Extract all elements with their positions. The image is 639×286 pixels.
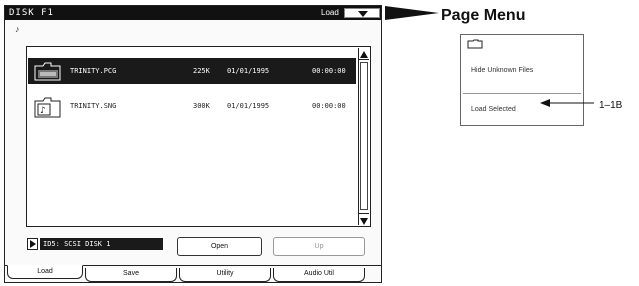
- tab-strip: Load Save Utility Audio Util: [5, 265, 381, 283]
- up-button[interactable]: Up: [273, 237, 365, 256]
- window-title: DISK F1: [9, 8, 54, 18]
- note-icon: ♪: [15, 24, 20, 34]
- title-bar: DISK F1 Load: [5, 6, 381, 20]
- callout-label: 1–1B: [599, 100, 623, 111]
- callout-arrow-icon: [540, 99, 594, 107]
- file-date: 01/01/1995: [227, 102, 270, 110]
- folder-icon: [467, 39, 483, 49]
- file-time: 00:00:00: [312, 67, 346, 75]
- mode-label: Load: [321, 8, 339, 17]
- open-button[interactable]: Open: [177, 237, 262, 256]
- file-list[interactable]: TRINITY.PCG 225K 01/01/1995 00:00:00 ♪ T…: [26, 46, 371, 227]
- arrow-right-icon: [30, 240, 36, 248]
- tab-audio-util[interactable]: Audio Util: [273, 268, 365, 282]
- file-time: 00:00:00: [312, 102, 346, 110]
- file-name: TRINITY.SNG: [70, 102, 117, 110]
- file-date: 01/01/1995: [227, 67, 270, 75]
- svg-text:♪: ♪: [40, 106, 46, 116]
- scrollbar[interactable]: [358, 48, 369, 225]
- scroll-down-button[interactable]: [359, 213, 369, 225]
- page-menu-button[interactable]: [344, 8, 380, 18]
- file-name: TRINITY.PCG: [70, 67, 117, 75]
- drive-selector[interactable]: ID5: SCSI DISK 1: [27, 238, 163, 250]
- page-menu-heading: Page Menu: [441, 7, 526, 24]
- drive-arrow-button[interactable]: [27, 238, 38, 250]
- file-size: 225K: [193, 67, 210, 75]
- file-row[interactable]: ♪ TRINITY.SNG 300K 01/01/1995 00:00:00: [28, 93, 356, 119]
- tab-utility[interactable]: Utility: [179, 268, 271, 282]
- file-size: 300K: [193, 102, 210, 110]
- disk-window: DISK F1 Load ♪ TRINITY.PCG 225K 01/01/19…: [4, 5, 382, 283]
- menu-divider: [463, 93, 581, 94]
- arrow-down-icon: [360, 218, 368, 225]
- scroll-up-button[interactable]: [359, 48, 369, 60]
- arrow-up-icon: [360, 51, 368, 58]
- chevron-down-icon: [358, 11, 368, 17]
- page-menu-popup: Hide Unknown Files Load Selected: [460, 34, 584, 126]
- menu-item-hide-unknown-files[interactable]: Hide Unknown Files: [461, 57, 583, 85]
- tab-save[interactable]: Save: [85, 268, 177, 282]
- file-row[interactable]: TRINITY.PCG 225K 01/01/1995 00:00:00: [28, 58, 356, 84]
- song-file-icon: ♪: [33, 95, 63, 121]
- pointer-arrow-icon: [385, 6, 439, 20]
- pcg-file-icon: [33, 60, 63, 84]
- tab-load[interactable]: Load: [7, 265, 83, 279]
- scroll-thumb[interactable]: [360, 62, 368, 210]
- drive-label: ID5: SCSI DISK 1: [40, 238, 163, 250]
